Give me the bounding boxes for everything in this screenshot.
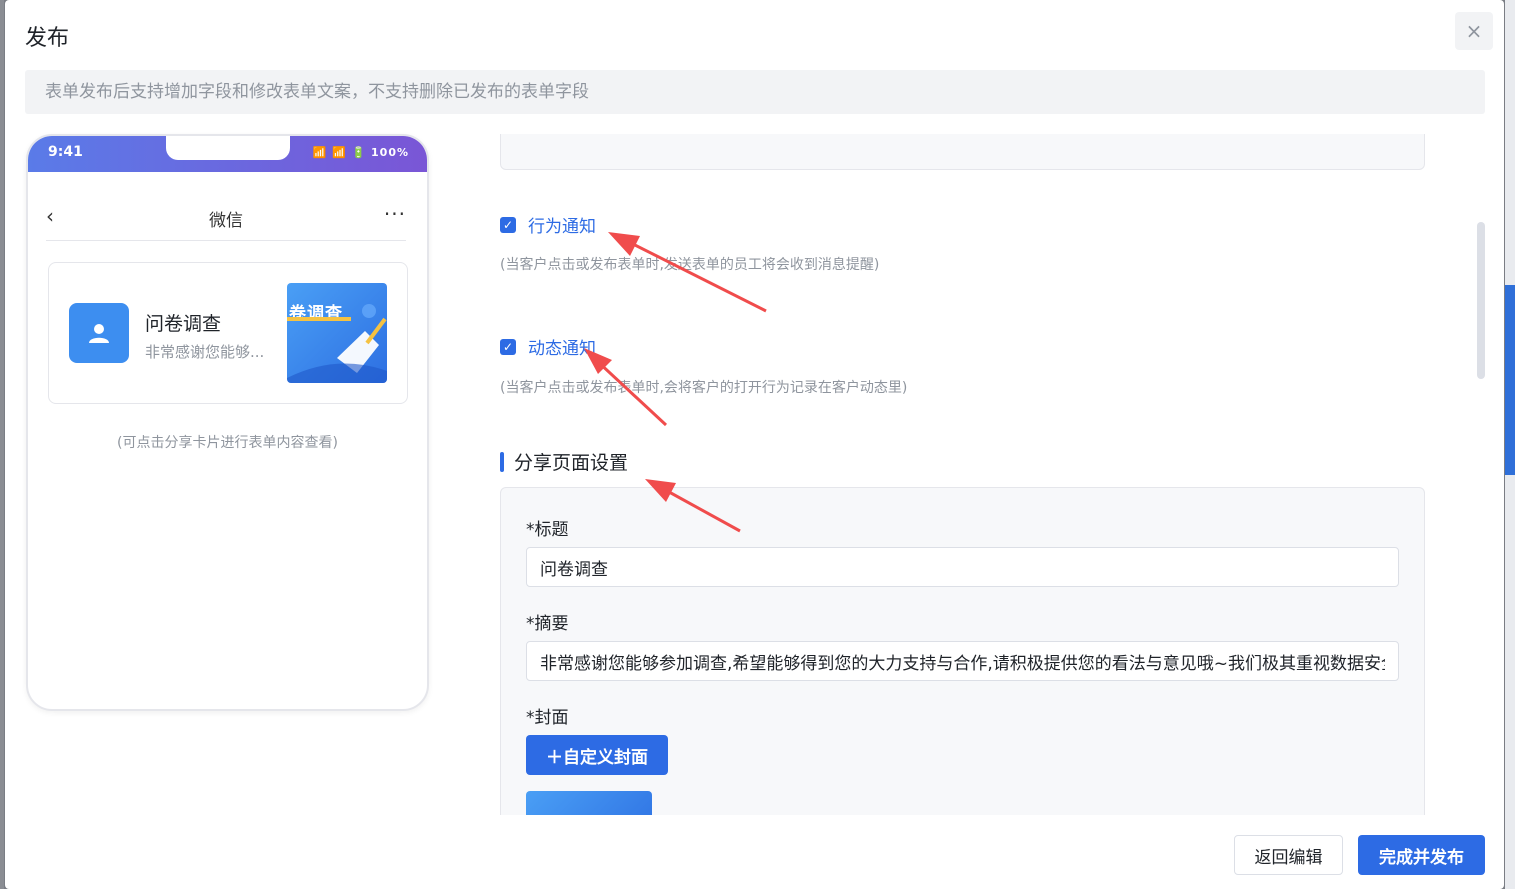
phone-nav-bar: ‹ 微信 ··· [46, 194, 406, 241]
publish-notice: 表单发布后支持增加字段和修改表单文案，不支持删除已发布的表单字段 [25, 70, 1485, 114]
back-to-edit-button[interactable]: 返回编辑 [1234, 835, 1343, 875]
behavior-notify-hint: (当客户点击或发布表单时,发送表单的员工将会收到消息提醒) [500, 257, 880, 273]
background-right [1505, 0, 1515, 889]
summary-input[interactable] [526, 641, 1399, 681]
phone-preview: 9:41 📶 📶 🔋 100% ‹ 微信 ··· 问卷调查 非常感谢您能够...… [26, 134, 429, 711]
dynamic-notify-checkbox[interactable]: ✓ [500, 338, 516, 355]
background-left [0, 0, 4, 889]
phone-nav-title: 微信 [209, 211, 243, 231]
dialog-title: 发布 [25, 26, 70, 51]
more-icon: ··· [383, 202, 406, 226]
dynamic-notify-hint: (当客户点击或发布表单时,会将客户的打开行为记录在客户动态里) [500, 380, 908, 396]
custom-cover-button[interactable]: ＋自定义封面 [526, 735, 668, 775]
phone-hint: (可点击分享卡片进行表单内容查看) [117, 435, 338, 451]
publish-dialog: 发布 × 表单发布后支持增加字段和修改表单文案，不支持删除已发布的表单字段 9:… [5, 0, 1504, 889]
user-icon [69, 303, 129, 363]
phone-signal-icon: 📶 📶 🔋 100% [312, 146, 409, 159]
dynamic-notify-label[interactable]: 动态通知 [528, 334, 596, 359]
scrollbar[interactable] [1477, 134, 1485, 815]
cover-label: *封面 [526, 708, 569, 728]
title-label: *标题 [526, 520, 569, 540]
phone-notch [166, 136, 290, 160]
dynamic-notify-option[interactable]: ✓ 动态通知 [500, 334, 596, 359]
previous-section-box [500, 134, 1425, 170]
phone-status-bar: 9:41 📶 📶 🔋 100% [28, 136, 427, 172]
share-section-title: 分享页面设置 [500, 448, 628, 475]
card-desc: 非常感谢您能够... [145, 343, 265, 361]
card-thumbnail: 卷调查 [287, 283, 387, 383]
close-icon: × [1465, 19, 1483, 43]
phone-time: 9:41 [48, 144, 83, 160]
settings-panel: ✓ 行为通知 (当客户点击或发布表单时,发送表单的员工将会收到消息提醒) ✓ 动… [475, 134, 1485, 815]
card-title: 问卷调查 [145, 313, 222, 335]
title-input[interactable] [526, 547, 1399, 587]
share-settings-form: *标题 *摘要 *封面 ＋自定义封面 [500, 487, 1425, 815]
share-card[interactable]: 问卷调查 非常感谢您能够... 卷调查 [48, 262, 408, 404]
behavior-notify-checkbox[interactable]: ✓ [500, 216, 516, 233]
close-button[interactable]: × [1455, 12, 1493, 50]
summary-label: *摘要 [526, 614, 569, 634]
behavior-notify-option[interactable]: ✓ 行为通知 [500, 212, 596, 237]
cover-thumbnail[interactable] [526, 791, 652, 815]
behavior-notify-label[interactable]: 行为通知 [528, 212, 596, 237]
publish-button[interactable]: 完成并发布 [1358, 835, 1485, 875]
share-section-text: 分享页面设置 [514, 452, 629, 474]
scrollbar-thumb[interactable] [1477, 222, 1485, 379]
